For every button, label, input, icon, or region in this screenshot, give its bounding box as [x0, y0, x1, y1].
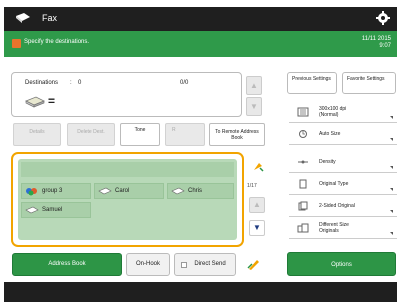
setting-text: 300x100 dpi (Normal) — [319, 106, 346, 118]
direct-send-checkbox[interactable] — [181, 262, 187, 268]
dropdown-indicator-icon — [390, 232, 393, 235]
setting-text: Density — [319, 159, 336, 165]
different-size-icon — [297, 223, 309, 233]
date-time: 11/11 2015 9:07 — [362, 36, 391, 50]
list-item-label: Carol — [115, 188, 130, 194]
fax-screen: Fax Specify the destinations. 11/11 2015… — [0, 0, 401, 302]
fax-machine-icon — [25, 96, 45, 108]
fax-icon — [16, 13, 30, 23]
setting-line: Originals — [319, 228, 339, 234]
list-item-label: Chris — [188, 188, 203, 194]
time: 9:07 — [379, 43, 391, 49]
list-item-label: Samuel — [42, 207, 63, 213]
setting-text: 2-Sided Original — [319, 203, 355, 209]
address-list-panel: group 3 Carol Chris Samuel — [11, 152, 244, 247]
dropdown-indicator-icon — [390, 116, 393, 119]
list-item[interactable]: Carol — [94, 183, 164, 199]
original-type-setting[interactable]: Original Type — [289, 174, 397, 195]
dropdown-indicator-icon — [390, 138, 393, 141]
date: 11/11 2015 — [361, 36, 391, 42]
address-list: group 3 Carol Chris Samuel — [18, 159, 237, 240]
list-item[interactable]: group 3 — [21, 183, 91, 199]
previous-settings-button[interactable]: Previous Settings — [287, 72, 337, 94]
address-list-header — [21, 162, 234, 177]
two-sided-setting[interactable]: 2-Sided Original — [289, 196, 397, 217]
status-bar: Specify the destinations. 11/11 2015 9:0… — [4, 31, 397, 57]
two-sided-icon — [298, 201, 308, 211]
size-setting[interactable]: Auto Size — [289, 124, 397, 145]
dropdown-indicator-icon — [390, 210, 393, 213]
resolution-icon — [297, 107, 309, 117]
direct-send-label: Direct Send — [194, 261, 226, 267]
r-button[interactable]: R — [165, 123, 205, 146]
density-icon — [298, 160, 308, 164]
different-size-setting[interactable]: Different Size Originals — [289, 218, 397, 239]
dropdown-indicator-icon — [390, 188, 393, 191]
setting-text: Original Type — [319, 181, 349, 187]
status-message: Specify the destinations. — [24, 39, 90, 45]
direct-send-button[interactable]: Direct Send — [174, 253, 236, 276]
list-item-label: group 3 — [42, 188, 63, 194]
destinations-count: 0 — [78, 80, 82, 86]
auto-size-icon — [299, 130, 307, 138]
bottom-bar — [4, 282, 397, 302]
setting-line: (Normal) — [319, 112, 339, 118]
title-bar: Fax — [4, 7, 397, 31]
details-button[interactable]: Details — [13, 123, 61, 146]
fax-entry-icon — [25, 206, 39, 214]
setting-text: Auto Size — [319, 131, 341, 137]
to-remote-address-book-button[interactable]: To Remote Address Book — [209, 123, 265, 146]
edit-icon[interactable] — [246, 256, 262, 272]
setting-text: Different Size Originals — [319, 222, 349, 234]
density-setting[interactable]: Density — [289, 152, 397, 173]
dropdown-indicator-icon — [390, 166, 393, 169]
destinations-colon: : — [70, 80, 72, 86]
dest-scroll-up-button[interactable]: ▲ — [246, 76, 262, 95]
destination-box[interactable]: Destinations : 0 0/0 = — [11, 72, 242, 117]
destinations-max: 0/0 — [180, 80, 189, 86]
on-hook-button[interactable]: On-Hook — [126, 253, 170, 276]
tone-button[interactable]: Tone — [120, 123, 160, 146]
group-icon — [26, 188, 37, 196]
gear-icon[interactable] — [375, 10, 391, 26]
address-book-button[interactable]: Address Book — [12, 253, 122, 276]
page-indicator: 1/17 — [247, 183, 257, 189]
dest-scroll-down-button[interactable]: ▼ — [246, 97, 262, 116]
list-scroll-up-button[interactable]: ▲ — [249, 197, 265, 213]
equals-sign: = — [48, 94, 56, 108]
delete-dest-button[interactable]: Delete Dest. — [67, 123, 115, 146]
info-icon — [12, 39, 21, 48]
fax-entry-icon — [98, 187, 112, 195]
sort-icon[interactable] — [251, 160, 265, 174]
destinations-label: Destinations — [25, 80, 59, 86]
options-button[interactable]: Options — [287, 252, 396, 276]
list-item[interactable]: Samuel — [21, 202, 91, 218]
resolution-setting[interactable]: 300x100 dpi (Normal) — [289, 102, 397, 123]
list-item[interactable]: Chris — [167, 183, 234, 199]
original-type-icon — [299, 179, 307, 189]
favorite-settings-button[interactable]: Favorite Settings — [342, 72, 396, 94]
list-scroll-down-button[interactable]: ▼ — [249, 220, 265, 236]
app-title: Fax — [42, 13, 58, 23]
fax-entry-icon — [171, 187, 185, 195]
